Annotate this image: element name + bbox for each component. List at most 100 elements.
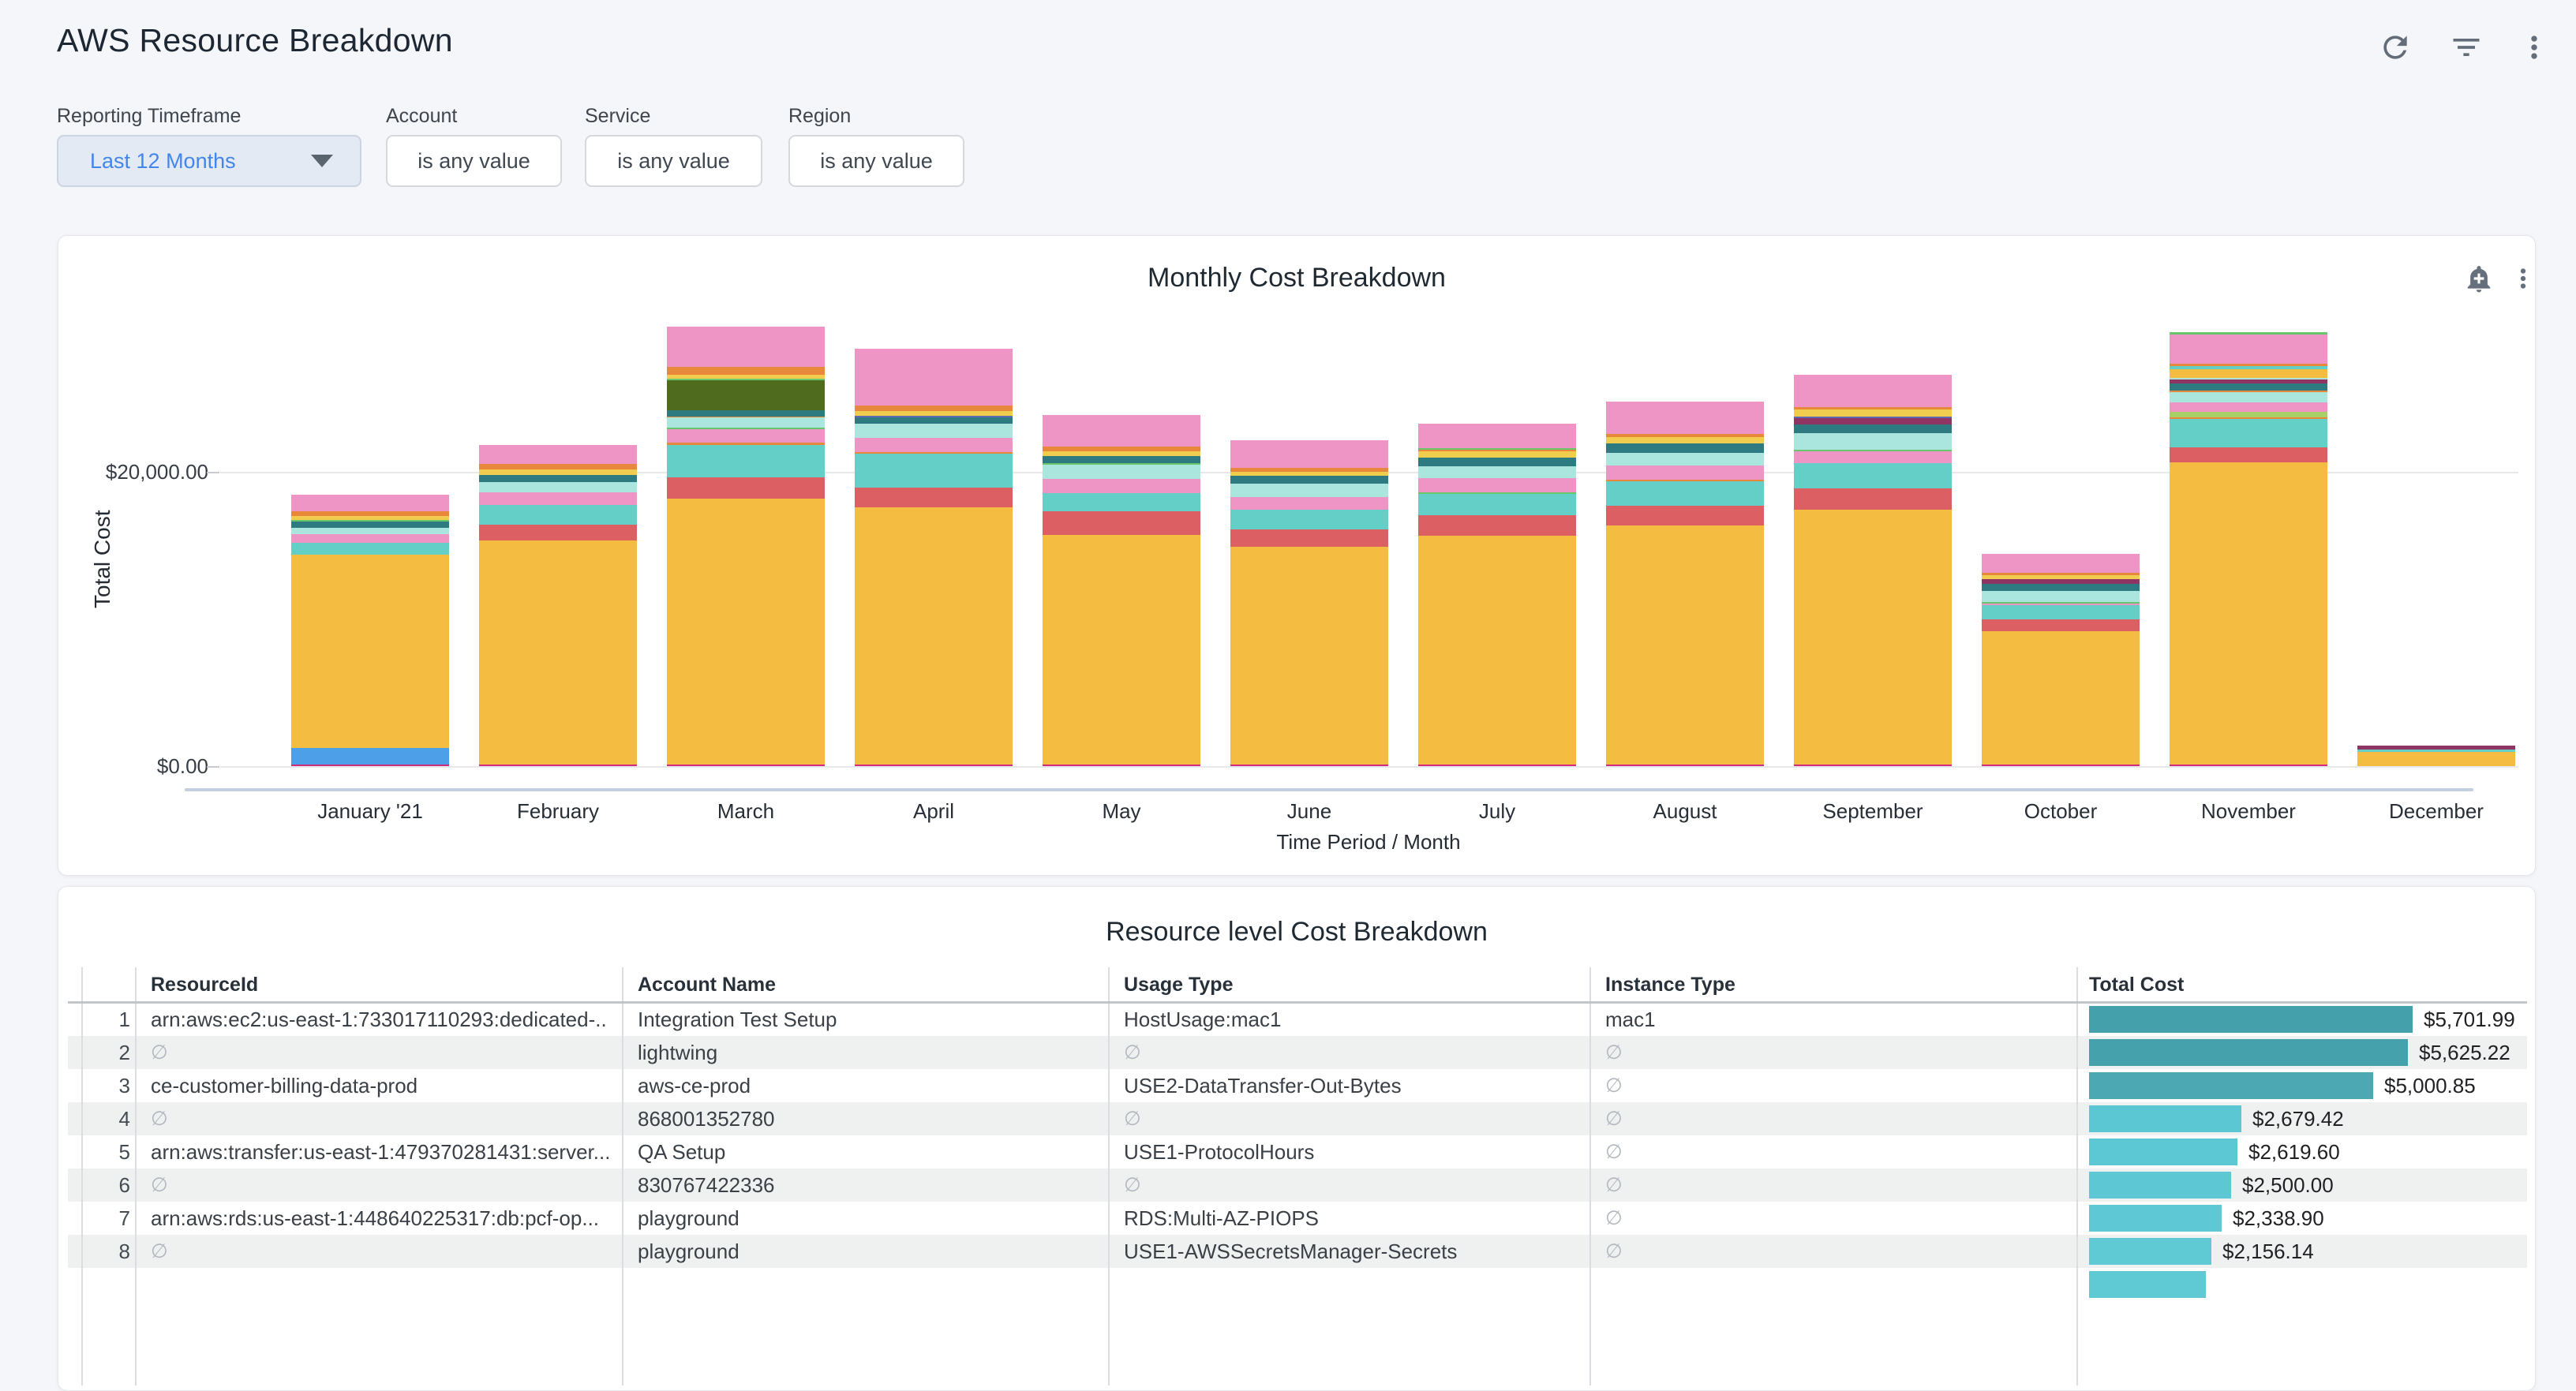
bar-segment[interactable] — [2170, 364, 2327, 366]
cell-account-name[interactable]: 830767422336 — [638, 1169, 1095, 1202]
bar-segment[interactable] — [667, 367, 825, 375]
cell-instance-type[interactable]: mac1 — [1605, 1003, 2063, 1036]
bar-segment[interactable] — [855, 417, 1013, 424]
bar-segment[interactable] — [2357, 752, 2515, 767]
bar-segment[interactable] — [1982, 579, 2140, 584]
column-header-account-name[interactable]: Account Name — [638, 967, 1095, 1003]
cost-value[interactable]: $2,679.42 — [2252, 1102, 2344, 1135]
bar-segment[interactable] — [479, 445, 637, 464]
null-value-icon[interactable]: ∅ — [1605, 1169, 2063, 1202]
bar-segment[interactable] — [1418, 448, 1576, 450]
bar-segment[interactable] — [1230, 476, 1388, 484]
bar-segment[interactable] — [291, 528, 449, 534]
cell-usage-type[interactable]: USE2-DataTransfer-Out-Bytes — [1124, 1069, 1577, 1102]
bar-segment[interactable] — [1982, 554, 2140, 573]
cell-account-name[interactable]: playground — [638, 1235, 1095, 1268]
bar-segment[interactable] — [855, 416, 1013, 417]
bar-segment[interactable] — [1043, 463, 1200, 465]
bar-segment[interactable] — [1230, 547, 1388, 765]
bar-segment[interactable] — [1794, 433, 1952, 450]
cell-account-name[interactable]: QA Setup — [638, 1135, 1095, 1169]
bar-segment[interactable] — [1043, 493, 1200, 511]
dashboard-filters-button[interactable] — [2448, 30, 2484, 66]
bar-segment[interactable] — [855, 406, 1013, 411]
bar-segment[interactable] — [1982, 591, 2140, 602]
bar-segment[interactable] — [2170, 391, 2327, 392]
bar-segment[interactable] — [291, 765, 449, 766]
bar-segment[interactable] — [1418, 451, 1576, 458]
bar-segment[interactable] — [855, 452, 1013, 454]
bar-segment[interactable] — [1418, 466, 1576, 478]
bar-segment[interactable] — [291, 516, 449, 520]
bar-segment[interactable] — [1043, 415, 1200, 447]
bar-segment[interactable] — [291, 534, 449, 543]
bar-segment[interactable] — [1606, 480, 1764, 481]
null-value-icon[interactable]: ∅ — [1605, 1235, 2063, 1268]
cost-value[interactable]: $5,701.99 — [2424, 1003, 2515, 1036]
null-value-icon[interactable]: ∅ — [151, 1169, 608, 1202]
column-header-resourceid[interactable]: ResourceId — [151, 967, 608, 1003]
bar-segment[interactable] — [1418, 424, 1576, 448]
bar-segment[interactable] — [1418, 515, 1576, 536]
dashboard-more-button[interactable] — [2516, 30, 2552, 66]
null-value-icon[interactable]: ∅ — [1605, 1069, 2063, 1102]
bar-segment[interactable] — [1794, 418, 1952, 424]
cell-usage-type[interactable]: USE1-AWSSecretsManager-Secrets — [1124, 1235, 1577, 1268]
bar-segment[interactable] — [1794, 450, 1952, 451]
bar-segment[interactable] — [1982, 631, 2140, 765]
bar-segment[interactable] — [1794, 510, 1952, 765]
bar-segment[interactable] — [479, 525, 637, 540]
bar-segment[interactable] — [2170, 765, 2327, 766]
cost-value[interactable]: $2,156.14 — [2222, 1235, 2314, 1268]
bar-segment[interactable] — [1230, 497, 1388, 510]
bar-segment[interactable] — [667, 379, 825, 380]
null-value-icon[interactable]: ∅ — [151, 1036, 608, 1069]
bar-segment[interactable] — [2170, 335, 2327, 364]
bar-segment[interactable] — [1606, 437, 1764, 443]
bar-segment[interactable] — [1982, 765, 2140, 766]
cell-usage-type[interactable]: HostUsage:mac1 — [1124, 1003, 1577, 1036]
bar-segment[interactable] — [479, 540, 637, 765]
bar-segment[interactable] — [479, 475, 637, 483]
null-value-icon[interactable]: ∅ — [1124, 1102, 1577, 1135]
reporting-timeframe-select[interactable]: Last 12 Months — [57, 135, 361, 187]
bar-segment[interactable] — [855, 454, 1013, 488]
bar-segment[interactable] — [2170, 402, 2327, 413]
bar-segment[interactable] — [1982, 604, 2140, 605]
bar-segment[interactable] — [1418, 478, 1576, 492]
bar-segment[interactable] — [1418, 458, 1576, 466]
bar-segment[interactable] — [1418, 492, 1576, 494]
bar-segment[interactable] — [2170, 447, 2327, 462]
null-value-icon[interactable]: ∅ — [1605, 1102, 2063, 1135]
refresh-button[interactable] — [2377, 30, 2413, 66]
bar-segment[interactable] — [2357, 750, 2515, 751]
bar-segment[interactable] — [1606, 466, 1764, 480]
bar-segment[interactable] — [1982, 619, 2140, 632]
bar-segment[interactable] — [1606, 481, 1764, 505]
region-filter-button[interactable]: is any value — [788, 135, 964, 187]
bar-segment[interactable] — [1982, 573, 2140, 575]
bar-segment[interactable] — [1230, 472, 1388, 476]
null-value-icon[interactable]: ∅ — [1124, 1169, 1577, 1202]
bar-segment[interactable] — [479, 505, 637, 525]
cell-usage-type[interactable]: USE1-ProtocolHours — [1124, 1135, 1577, 1169]
bar-segment[interactable] — [1794, 407, 1952, 409]
bar-segment[interactable] — [479, 469, 637, 474]
bar-segment[interactable] — [1418, 494, 1576, 515]
bar-segment[interactable] — [1982, 584, 2140, 591]
bar-segment[interactable] — [291, 522, 449, 528]
bar-segment[interactable] — [2170, 412, 2327, 417]
bar-segment[interactable] — [2170, 366, 2327, 369]
bar-segment[interactable] — [291, 543, 449, 555]
bar-segment[interactable] — [2170, 417, 2327, 419]
bar-segment[interactable] — [1043, 447, 1200, 451]
bar-segment[interactable] — [667, 375, 825, 379]
bar-segment[interactable] — [1418, 536, 1576, 765]
bar-segment[interactable] — [855, 765, 1013, 766]
cell-resource-id[interactable]: ce-customer-billing-data-prod — [151, 1069, 608, 1102]
bar-segment[interactable] — [1606, 525, 1764, 765]
bar-segment[interactable] — [1794, 765, 1952, 766]
column-header-total-cost[interactable]: Total Cost — [2089, 967, 2531, 1003]
cost-value[interactable]: $2,500.00 — [2242, 1169, 2334, 1202]
bar-segment[interactable] — [291, 555, 449, 749]
